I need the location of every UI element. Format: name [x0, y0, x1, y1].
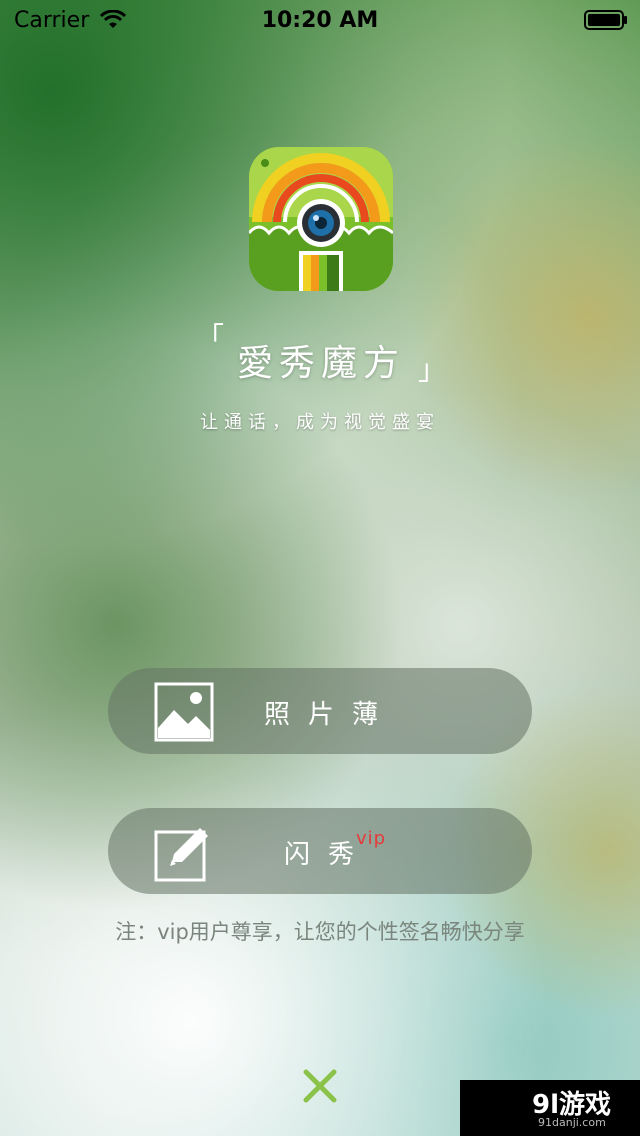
app-title: 愛秀魔方 — [236, 343, 405, 384]
title-close-bracket: 」 — [417, 353, 446, 386]
status-bar: Carrier 10:20 AM — [0, 0, 640, 40]
app-title-block: 「 愛秀魔方 」 — [196, 316, 446, 388]
battery-icon — [584, 10, 627, 30]
close-icon[interactable] — [300, 1066, 340, 1106]
flash-show-button[interactable]: 闪秀 vip — [108, 808, 532, 894]
watermark: 9l游戏 91danji.com — [460, 1080, 640, 1136]
rainbow-camera-app-icon — [249, 147, 393, 291]
status-time: 10:20 AM — [261, 8, 379, 33]
vip-badge: vip — [356, 828, 387, 849]
vip-note: 注：vip用户尊享，让您的个性签名畅快分享 — [115, 920, 525, 944]
watermark-url: 91danji.com — [538, 1116, 606, 1129]
slogan: 让通话，成为视觉盛宴 — [200, 412, 440, 433]
album-button-label: 照片薄 — [263, 700, 396, 730]
album-button[interactable]: 照片薄 — [108, 668, 532, 754]
flash-show-button-label: 闪秀 — [283, 840, 372, 870]
